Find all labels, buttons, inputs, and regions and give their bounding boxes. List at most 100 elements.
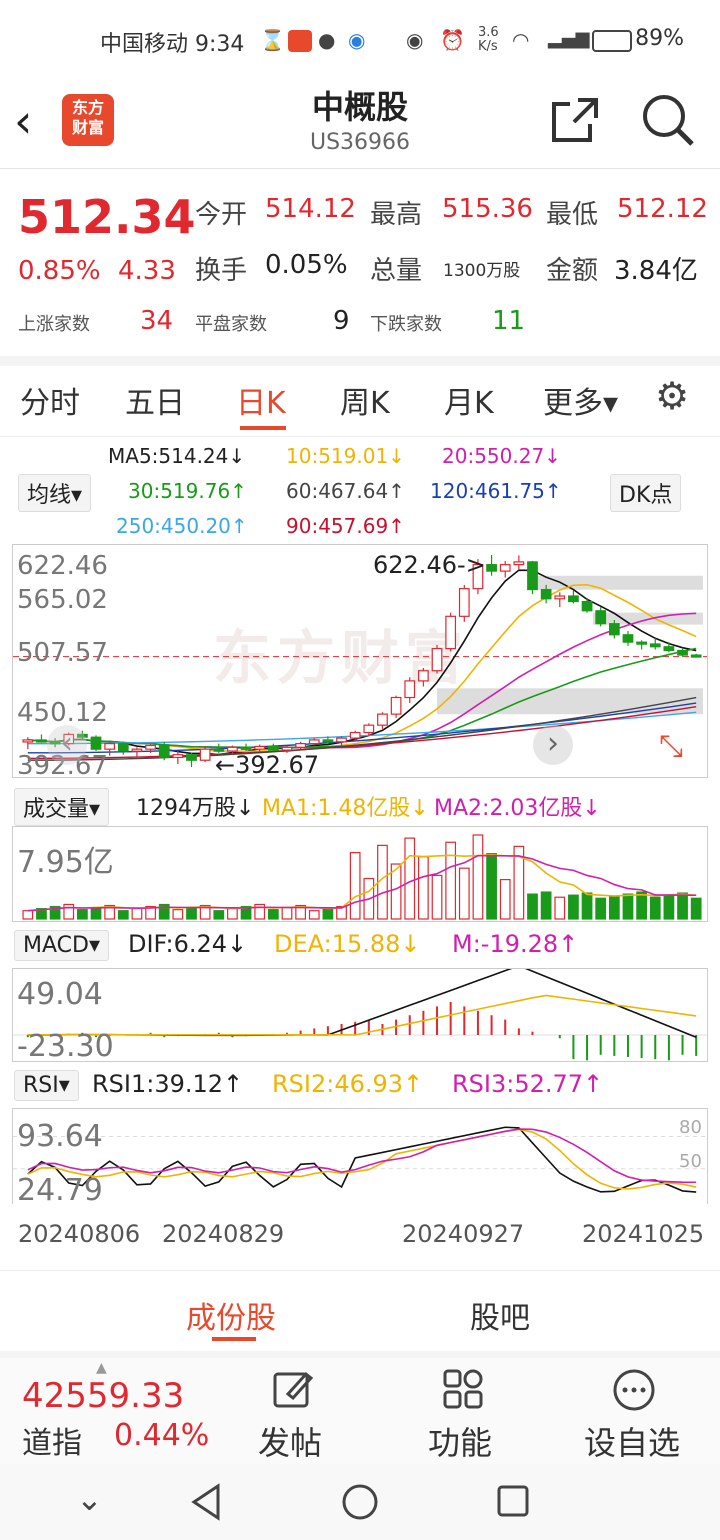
candle-body [322,739,334,743]
volume-indicator-button[interactable]: 成交量▾ [14,788,110,826]
volume-value: 1300万股 [443,261,521,281]
quote-panel: 512.34 0.85% 4.33 今开 514.12 最高 515.36 最低… [0,170,720,366]
functions-button[interactable]: 功能 [428,1418,492,1464]
kline-chart[interactable]: 东方财富 622.46 565.02 507.57 450.12 392.67 … [12,544,708,778]
share-icon[interactable] [550,96,600,144]
volume-bar [349,852,361,920]
add-favorite-button[interactable]: 设自选 [584,1418,680,1464]
up-count-label: 上涨家数 [18,314,90,335]
ma-selector-button[interactable]: 均线▾ [18,474,92,512]
change-percent: 0.85% [18,256,101,286]
low-label: 最低 [546,200,599,230]
volume-bar [458,867,470,920]
macd-indicator-button[interactable]: MACD▾ [14,930,109,961]
volume-bar [445,841,457,920]
post-button[interactable]: 发帖 [258,1418,322,1464]
volume-chart[interactable]: 7.95亿 [12,826,708,922]
candle-body [104,743,116,750]
rsi1-value: RSI1:39.12↑ [92,1070,244,1098]
volume-bar [486,853,497,920]
candle-body [649,643,661,648]
candle-body [131,748,143,752]
prev-arrow-icon[interactable]: ‹ [47,725,87,765]
next-arrow-icon[interactable]: › [533,725,573,765]
rsi-chart[interactable]: 93.64 24.79 80 50 [12,1108,708,1206]
ma250-value: 250:450.20↑ [116,514,248,538]
last-price: 512.34 [18,190,196,244]
volume-bar [649,896,661,920]
tab-monthly-k[interactable]: 月K [444,378,494,422]
nav-recents-icon[interactable] [494,1482,534,1522]
candle-body [349,731,361,739]
functions-grid-icon[interactable] [442,1368,484,1410]
macd-axis-top: 49.04 [17,977,103,1012]
tab-five-day[interactable]: 五日 [125,378,185,422]
edit-post-icon[interactable] [272,1368,314,1410]
macd-chart[interactable]: 49.04 -23.30 [12,968,708,1062]
date-2: 20240829 [162,1220,285,1248]
candle-body [581,600,593,612]
candle-body [554,595,566,600]
browser-icon: ◉ [348,28,366,52]
volume-bar [499,878,511,920]
index-value[interactable]: 42559.33 [22,1376,184,1416]
macd-dea-line [27,994,697,1036]
min-price-marker: ←392.67 [215,751,320,778]
kline-svg [13,555,707,767]
alarm-icon: ⏰ [440,28,465,52]
candle-body [390,696,402,715]
volume-bar [281,906,293,920]
volume-bar [22,910,34,920]
candle-body [36,739,47,743]
candle-body [117,743,129,752]
candle-body [363,724,375,734]
rsi-svg [13,1126,707,1193]
macd-svg [13,969,707,1061]
volume-bar [677,892,688,920]
turnover-value: 0.05% [265,250,348,280]
candle-body [172,754,184,759]
bottom-toolbar: ▲ 42559.33 道指 0.44% 发帖 功能 设自选 [0,1358,720,1464]
nav-home-icon[interactable] [340,1482,380,1522]
volume-bar [131,908,143,920]
macd-dif: DIF:6.24↓ [128,930,248,958]
tab-forum[interactable]: 股吧 [470,1293,530,1337]
tab-constituents[interactable]: 成份股 [186,1293,276,1337]
date-3: 20240927 [402,1220,525,1248]
fullscreen-icon[interactable]: ⤡ [659,729,683,764]
volume-bar [595,897,607,920]
ma60-value: 60:467.64↑ [286,479,405,503]
high-value: 515.36 [442,194,533,224]
volume-bar [527,893,538,920]
index-name[interactable]: 道指 [22,1418,82,1462]
up-count: 34 [140,306,174,336]
ma5-line [27,569,697,756]
ma10-line [27,583,697,753]
more-options-icon[interactable] [612,1368,656,1412]
candle-body [595,610,607,625]
dk-point-button[interactable]: DK点 [610,474,682,512]
tab-weekly-k[interactable]: 周K [340,378,390,422]
volume-bar [227,908,238,920]
ma30-value: 30:519.76↑ [128,479,247,503]
flat-count-label: 平盘家数 [195,314,267,335]
volume-label: 总量 [370,256,423,286]
tab-intraday[interactable]: 分时 [20,378,80,422]
rsi-indicator-button[interactable]: RSI▾ [14,1070,79,1101]
wechat-icon: ● [318,28,336,52]
candle-body [636,641,647,645]
volume-bar [581,892,593,920]
settings-gear-icon[interactable]: ⚙ [655,374,689,418]
support-band [437,688,703,715]
candle-body [404,680,416,699]
rsi-line-80: 80 [679,1117,702,1138]
tab-daily-k[interactable]: 日K [236,378,286,422]
flat-count: 9 [333,306,350,336]
tab-more[interactable]: 更多▾ [543,378,618,422]
nav-collapse-icon[interactable]: ⌄ [76,1480,103,1518]
search-icon[interactable] [640,92,696,148]
volume-ma1: MA1:1.48亿股↓ [262,796,429,821]
nav-back-icon[interactable] [188,1482,224,1522]
volume-ma2: MA2:2.03亿股↓ [434,796,601,821]
volume-bar [636,891,647,920]
